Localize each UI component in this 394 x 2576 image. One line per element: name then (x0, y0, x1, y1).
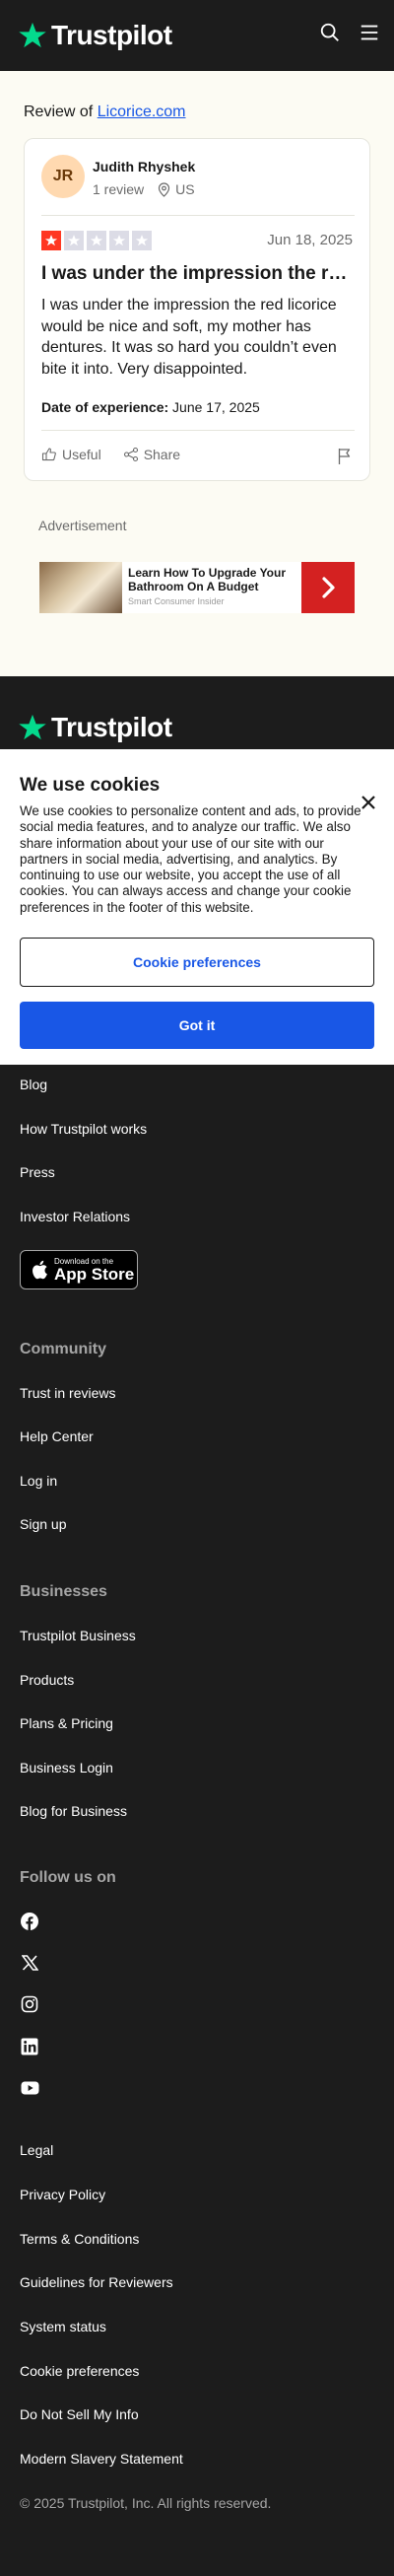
review-body: I was under the impression the red licor… (41, 297, 337, 378)
footer-link-terms-conditions[interactable]: Terms & Conditions (20, 2231, 139, 2247)
footer-link-help-center[interactable]: Help Center (20, 1428, 94, 1444)
divider (41, 215, 355, 216)
community-heading: Community (20, 1341, 106, 1358)
footer-logo[interactable]: Trustpilot (18, 712, 172, 743)
ad-title[interactable]: Learn How To Upgrade Your Bathroom On A … (128, 566, 296, 593)
star-logo-icon (19, 22, 46, 48)
cookie-title: We use cookies (20, 775, 161, 796)
footer-link-blog-for-business[interactable]: Blog for Business (20, 1803, 127, 1819)
reviewer-name[interactable]: Judith Rhyshek (93, 159, 195, 174)
cookie-banner: We use cookies We use cookies to persona… (0, 749, 394, 1065)
date-of-experience: Date of experience: June 17, 2025 (41, 399, 260, 415)
useful-button[interactable]: Useful (41, 447, 101, 462)
review-date: Jun 18, 2025 (267, 232, 353, 248)
footer-link-system-status[interactable]: System status (20, 2319, 106, 2334)
businesses-heading: Businesses (20, 1583, 107, 1600)
experience-date: June 17, 2025 (168, 399, 260, 415)
app-store-big-text: App Store (54, 1264, 135, 1284)
footer-link-press[interactable]: Press (20, 1164, 55, 1180)
trustpilot-logo[interactable]: Trustpilot (18, 20, 172, 51)
youtube-icon[interactable] (20, 2078, 39, 2098)
menu-icon[interactable] (359, 22, 380, 48)
reviewer-meta: 1 review US (93, 181, 195, 197)
chevron-right-icon (319, 576, 337, 599)
advertisement-banner[interactable]: Learn How To Upgrade Your Bathroom On A … (39, 562, 355, 613)
footer-logo-text: Trustpilot (51, 712, 172, 742)
main-content: Review of Licorice.com JR Judith Rhyshek… (0, 71, 394, 676)
cookie-text: We use cookies to personalize content an… (20, 803, 361, 915)
location-pin-icon (158, 181, 170, 197)
star-logo-icon (19, 714, 46, 740)
facebook-icon[interactable] (20, 1912, 39, 1931)
share-icon (123, 447, 139, 462)
thumbs-up-icon (41, 447, 57, 462)
footer-link-blog[interactable]: Blog (20, 1077, 47, 1092)
star-empty-icon (64, 231, 84, 250)
useful-label: Useful (62, 447, 101, 462)
review-of-heading: Review of Licorice.com (24, 104, 186, 121)
ad-image[interactable] (39, 562, 122, 613)
footer-link-trust-in-reviews[interactable]: Trust in reviews (20, 1385, 116, 1401)
ad-arrow-button[interactable] (301, 562, 355, 613)
review-of-prefix: Review of (24, 104, 98, 120)
linkedin-icon[interactable] (20, 2037, 39, 2056)
share-button[interactable]: Share (123, 447, 180, 462)
company-link[interactable]: Licorice.com (98, 104, 186, 120)
review-count: 1 review (93, 181, 145, 197)
experience-label: Date of experience: (41, 399, 169, 415)
apple-icon (31, 1259, 48, 1281)
follow-us-heading: Follow us on (20, 1869, 116, 1886)
star-rating (41, 231, 152, 250)
star-empty-icon (87, 231, 106, 250)
footer-link-cookie-preferences[interactable]: Cookie preferences (20, 2363, 139, 2379)
footer-link-privacy-policy[interactable]: Privacy Policy (20, 2187, 105, 2202)
ad-source: Smart Consumer Insider (128, 596, 225, 606)
footer-link-business-login[interactable]: Business Login (20, 1760, 113, 1775)
x-icon[interactable] (20, 1953, 39, 1973)
copyright: © 2025 Trustpilot, Inc. All rights reser… (20, 2495, 272, 2511)
divider (41, 430, 355, 431)
avatar[interactable]: JR (41, 155, 85, 198)
review-card: JR Judith Rhyshek 1 review US Jun 18, 20… (24, 138, 370, 481)
footer-link-log-in[interactable]: Log in (20, 1473, 57, 1489)
flag-icon[interactable] (337, 448, 353, 470)
logo-text: Trustpilot (51, 20, 172, 50)
got-it-button[interactable]: Got it (20, 1002, 374, 1049)
footer-link-investor-relations[interactable]: Investor Relations (20, 1209, 130, 1224)
footer-link-how-trustpilot-works[interactable]: How Trustpilot works (20, 1121, 147, 1137)
footer-link-trustpilot-business[interactable]: Trustpilot Business (20, 1628, 136, 1643)
star-filled-icon (41, 231, 61, 250)
footer-link-products[interactable]: Products (20, 1672, 74, 1688)
app-store-badge[interactable]: Download on the App Store (20, 1250, 138, 1289)
footer-link-sign-up[interactable]: Sign up (20, 1516, 66, 1532)
footer-link-guidelines-for-reviewers[interactable]: Guidelines for Reviewers (20, 2274, 173, 2290)
cookie-preferences-button[interactable]: Cookie preferences (20, 938, 374, 987)
share-label: Share (143, 447, 181, 462)
review-title[interactable]: I was under the impression the red licor… (41, 263, 355, 285)
search-icon[interactable] (319, 22, 341, 48)
reviewer-country: US (175, 181, 195, 197)
footer-link-legal[interactable]: Legal (20, 2142, 53, 2158)
footer-link-plans-pricing[interactable]: Plans & Pricing (20, 1715, 113, 1731)
star-empty-icon (132, 231, 152, 250)
footer-link-do-not-sell[interactable]: Do Not Sell My Info (20, 2406, 139, 2422)
top-header: Trustpilot (0, 0, 394, 71)
footer-link-modern-slavery[interactable]: Modern Slavery Statement (20, 2451, 183, 2467)
instagram-icon[interactable] (20, 1994, 39, 2014)
advertisement-label: Advertisement (38, 518, 127, 533)
star-empty-icon (109, 231, 129, 250)
